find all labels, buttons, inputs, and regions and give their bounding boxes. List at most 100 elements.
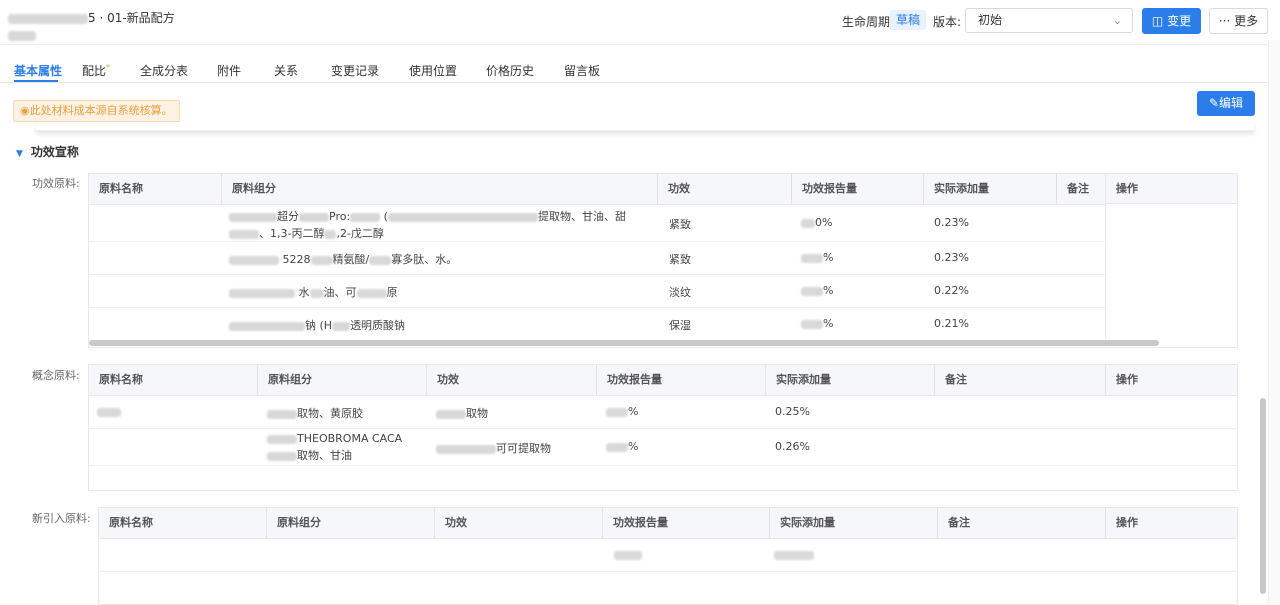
efficacy-value: 紧致: [669, 218, 691, 231]
tab-basic-attributes[interactable]: 基本属性: [14, 62, 62, 79]
lifecycle-label: 生命周期:: [842, 15, 895, 29]
new-materials-table: 原料名称 原料组分 功效 功效报告量 实际添加量 备注 操作: [98, 507, 1238, 605]
actual-amount: 0.23%: [934, 216, 969, 229]
column-header: 功效报告量: [596, 365, 662, 395]
report-amount: %: [606, 405, 638, 418]
change-button[interactable]: ◫ 变更: [1142, 8, 1201, 34]
table-row: 5228 精氨酸/寡多肽、水。 紧致 % 0.23%: [89, 242, 1237, 275]
change-button-label: 变更: [1167, 14, 1192, 28]
efficacy-value: 保湿: [669, 319, 691, 332]
column-header: 原料名称: [99, 182, 143, 195]
concept-table: 原料名称 原料组分 功效 功效报告量 实际添加量 备注 操作 取物、黄原胶 取物…: [88, 364, 1238, 491]
efficacy-table: 原料名称 原料组分 功效 功效报告量 实际添加量 备注 超分 Pro: (提取物、…: [88, 173, 1238, 348]
column-header: 实际添加量: [923, 174, 989, 204]
edit-button[interactable]: ✎编辑: [1197, 91, 1255, 116]
tab-change-log[interactable]: 变更记录: [331, 62, 379, 79]
tab-relations[interactable]: 关系: [274, 62, 298, 79]
material-components-line2: 、1,3-丙二醇 ,2-戊二醇: [229, 225, 384, 241]
table-row: 取物、黄原胶 取物 % 0.25%: [89, 396, 1237, 429]
column-header: 备注: [934, 365, 967, 395]
table-row: THEOBROMA CACA 取物、甘油 可可提取物 % 0.26%: [89, 429, 1237, 466]
column-header: 原料组分: [221, 174, 276, 204]
report-amount: %: [801, 317, 833, 330]
tab-ratio-label: 配比: [82, 64, 107, 78]
tab-ratio[interactable]: 配比*: [82, 62, 110, 79]
operations-column: 操作: [1105, 174, 1237, 339]
material-name: [97, 405, 121, 418]
column-header: 备注: [937, 508, 970, 538]
version-select[interactable]: 初始 ⌄: [965, 8, 1133, 33]
actual-amount: 0.25%: [775, 405, 810, 418]
efficacy-value: 淡纹: [669, 286, 691, 299]
table-row: [99, 539, 1237, 572]
column-header: 原料名称: [99, 373, 143, 386]
report-amount: [614, 548, 642, 561]
tab-full-ingredients[interactable]: 全成分表: [140, 62, 188, 79]
new-materials-label: 新引入原料:: [32, 512, 91, 525]
material-components: 取物、黄原胶: [267, 405, 363, 421]
divider: [36, 124, 1254, 131]
table-header: 原料名称 原料组分 功效 功效报告量 实际添加量 备注 操作: [89, 365, 1237, 396]
section-efficacy-claims[interactable]: ▼ 功效宣称: [16, 143, 79, 160]
table-row: 超分 Pro: (提取物、甘油、甜 、1,3-丙二醇 ,2-戊二醇 紧致 0% 0.…: [89, 205, 1237, 242]
horizontal-scrollbar[interactable]: [89, 340, 1159, 346]
change-icon: ◫: [1151, 14, 1164, 28]
vertical-scrollbar[interactable]: [1260, 398, 1266, 594]
page-title: 5 · 01-新品配方: [8, 9, 175, 42]
column-header: 操作: [1105, 365, 1138, 395]
modified-marker-icon: *: [106, 63, 111, 72]
column-header: 操作: [1106, 174, 1237, 204]
chevron-down-icon: ⌄: [1112, 14, 1122, 27]
actual-amount: 0.26%: [775, 440, 810, 453]
material-components: 5228 精氨酸/寡多肽、水。: [229, 251, 457, 267]
column-header: 功效报告量: [602, 508, 668, 538]
report-amount: %: [801, 251, 833, 264]
column-header: 原料名称: [109, 516, 153, 529]
report-amount: 0%: [801, 216, 832, 229]
actual-amount: 0.23%: [934, 251, 969, 264]
efficacy-materials-label: 功效原料:: [32, 177, 80, 190]
actual-amount: [774, 548, 814, 561]
material-components: 水油、可原: [229, 284, 398, 300]
top-bar: 5 · 01-新品配方 生命周期: 草稿 版本: 初始 ⌄ ◫ 变更 ··· 更…: [0, 0, 1280, 45]
tab-bar: 基本属性 配比* 全成分表 附件 关系 变更记录 使用位置 价格历史 留言板: [0, 54, 1268, 83]
material-components: 超分 Pro: (提取物、甘油、甜: [229, 208, 626, 224]
version-label: 版本:: [933, 15, 962, 29]
column-header: 原料组分: [266, 508, 321, 538]
column-header: 备注: [1056, 174, 1089, 204]
tab-message-board[interactable]: 留言板: [564, 62, 600, 79]
lifecycle-badge: 草稿: [890, 10, 927, 30]
material-components: THEOBROMA CACA 取物、甘油: [267, 430, 402, 464]
column-header: 实际添加量: [765, 365, 831, 395]
section-title: 功效宣称: [30, 145, 79, 159]
caret-down-icon: ▼: [16, 149, 23, 159]
more-button[interactable]: ··· 更多: [1209, 8, 1268, 34]
bell-icon: ◉: [20, 104, 30, 117]
column-header: 实际添加量: [769, 508, 835, 538]
table-header: 原料名称 原料组分 功效 功效报告量 实际添加量 备注: [89, 174, 1237, 205]
table-header: 原料名称 原料组分 功效 功效报告量 实际添加量 备注 操作: [99, 508, 1237, 539]
column-header: 功效: [426, 365, 459, 395]
actual-amount: 0.21%: [934, 317, 969, 330]
pencil-icon: ✎: [1208, 96, 1220, 110]
material-components: 钠 (H 透明质酸钠: [229, 317, 405, 333]
vertical-scroll-track: [1268, 40, 1280, 605]
tab-price-history[interactable]: 价格历史: [486, 62, 534, 79]
report-amount: %: [801, 284, 833, 297]
tab-usage[interactable]: 使用位置: [409, 62, 457, 79]
tab-attachments[interactable]: 附件: [217, 62, 241, 79]
efficacy-value: 可可提取物: [436, 440, 551, 456]
efficacy-value: 紧致: [669, 253, 691, 266]
column-header: 操作: [1105, 508, 1138, 538]
actual-amount: 0.22%: [934, 284, 969, 297]
table-row: 钠 (H 透明质酸钠 保湿 % 0.21%: [89, 308, 1237, 340]
active-tab-indicator: [14, 80, 58, 82]
cost-notice: ◉此处材料成本源自系统核算。: [13, 100, 180, 122]
column-header: 功效: [434, 508, 467, 538]
version-select-value: 初始: [978, 13, 1003, 27]
column-header: 原料组分: [257, 365, 312, 395]
more-icon: ···: [1218, 14, 1231, 28]
report-amount: %: [606, 440, 638, 453]
column-header: 功效: [657, 174, 690, 204]
column-header: 功效报告量: [791, 174, 857, 204]
